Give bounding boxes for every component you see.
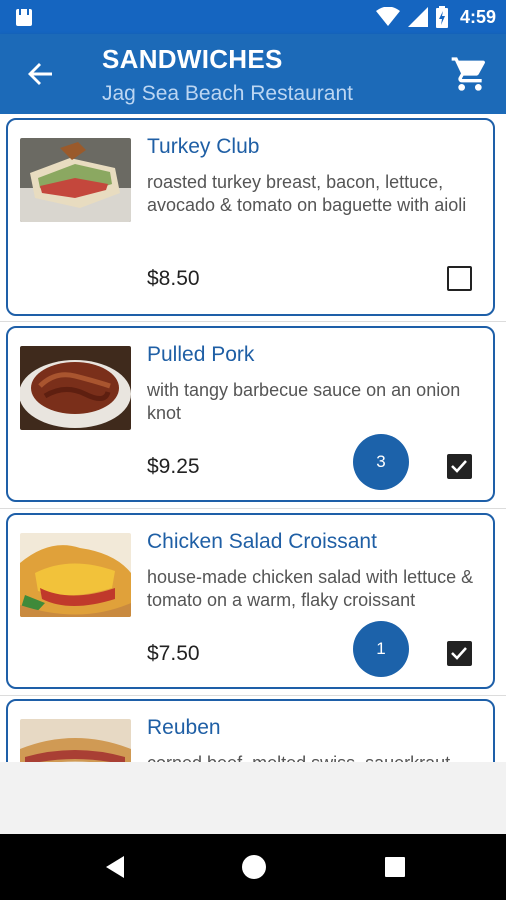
item-name: Chicken Salad Croissant [147,530,377,553]
bottom-spacer [0,762,506,834]
divider [0,508,506,509]
arrow-back-icon [28,63,52,85]
sd-card-icon [16,9,32,26]
battery-icon [435,6,448,28]
item-name: Reuben [147,716,221,739]
status-icons: 4:59 [375,6,496,28]
wifi-icon [375,7,400,26]
select-checkbox[interactable] [447,454,472,479]
nav-back-button[interactable] [102,853,130,881]
item-description: corned beef, melted swiss, sauerkraut [147,752,487,762]
item-description: roasted turkey breast, bacon, lettuce, a… [147,172,467,215]
status-bar: 4:59 [0,0,506,34]
item-price: $8.50 [147,267,200,290]
status-time: 4:59 [459,6,496,27]
menu-list[interactable]: Turkey Club roasted turkey breast, bacon… [0,114,506,762]
square-recents-icon [385,857,405,877]
cart-button[interactable] [450,54,490,94]
app-bar: SANDWICHES Jag Sea Beach Restaurant [0,34,506,114]
item-description: with tangy barbecue sauce on an onion kn… [147,380,461,423]
back-button[interactable] [20,54,60,94]
divider [0,695,506,696]
check-icon [451,647,467,660]
quantity-badge[interactable]: 1 [353,621,409,677]
select-checkbox[interactable] [447,266,472,291]
nav-home-button[interactable] [240,853,268,881]
triangle-back-icon [106,856,124,878]
system-nav-bar [0,834,506,900]
divider [0,321,506,322]
item-photo [20,346,131,430]
item-photo [20,719,131,762]
menu-item-card[interactable]: Pulled Pork with tangy barbecue sauce on… [6,326,495,502]
signal-icon [407,7,428,27]
item-description: house-made chicken salad with lettuce & … [147,567,474,610]
menu-item-card[interactable]: Reuben corned beef, melted swiss, sauerk… [6,699,495,762]
item-name: Turkey Club [147,135,260,158]
page-title: SANDWICHES [102,44,283,74]
page-subtitle: Jag Sea Beach Restaurant [102,82,353,105]
nav-recents-button[interactable] [381,853,409,881]
select-checkbox[interactable] [447,641,472,666]
circle-home-icon [242,855,266,879]
item-price: $7.50 [147,642,200,665]
item-name: Pulled Pork [147,343,255,366]
check-icon [451,460,467,473]
item-photo [20,533,131,617]
quantity-badge[interactable]: 3 [353,434,409,490]
item-photo [20,138,131,222]
menu-item-card[interactable]: Turkey Club roasted turkey breast, bacon… [6,118,495,316]
shopping-cart-icon [451,57,486,91]
menu-item-card[interactable]: Chicken Salad Croissant house-made chick… [6,513,495,689]
item-price: $9.25 [147,455,200,478]
